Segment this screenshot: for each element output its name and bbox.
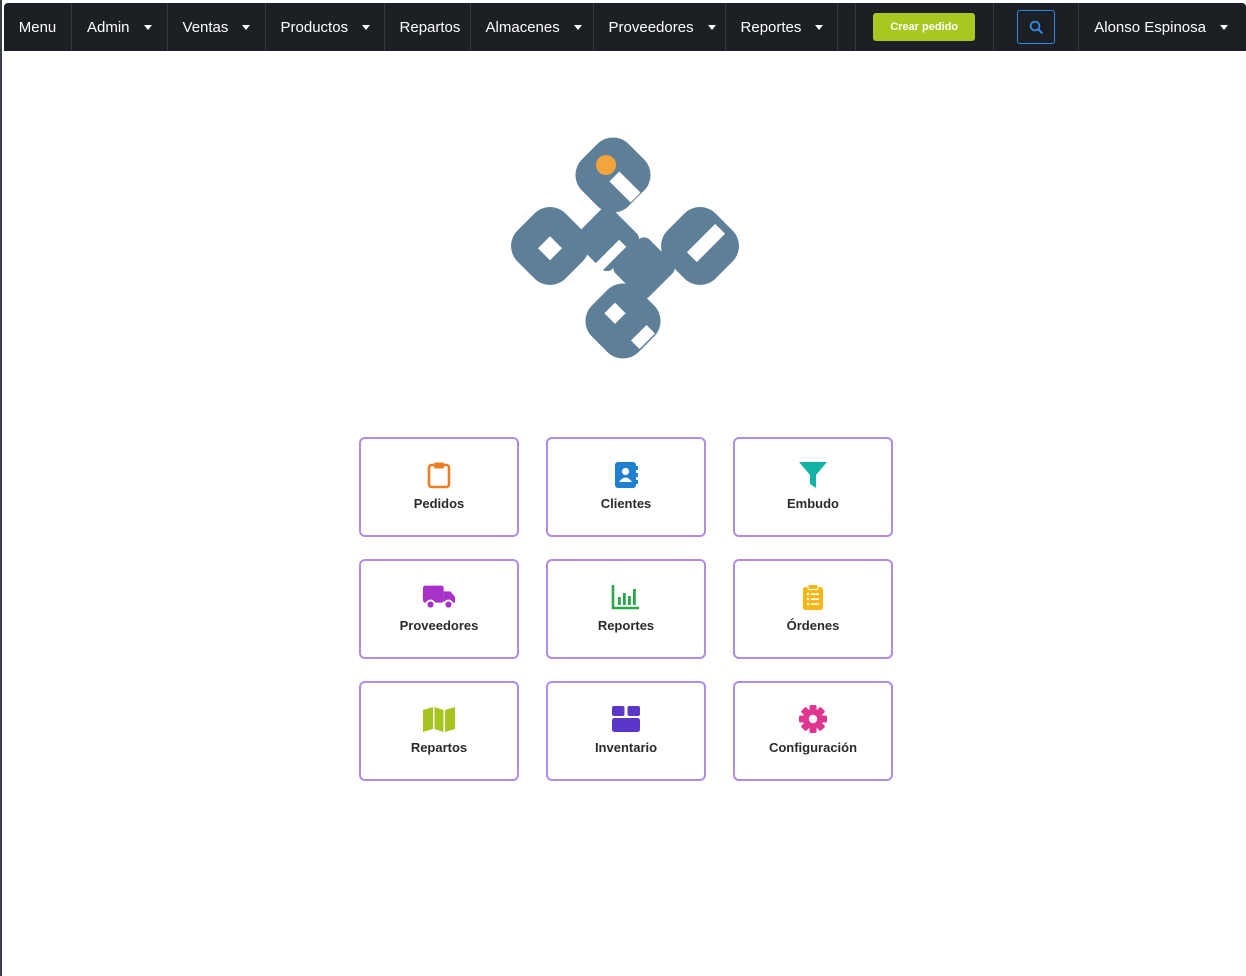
tile-label: Pedidos (413, 496, 465, 511)
nav-productos-label: Productos (280, 18, 349, 36)
caret-down-icon (573, 24, 582, 30)
tile-repartos[interactable]: Repartos (359, 681, 519, 781)
nav-repartos[interactable]: Repartos (385, 3, 471, 51)
caret-down-icon (707, 24, 716, 30)
caret-down-icon (143, 24, 152, 30)
search-button[interactable] (1016, 10, 1055, 44)
tile-proveedores[interactable]: Proveedores (359, 559, 519, 659)
tile-reportes[interactable]: Reportes (546, 559, 706, 659)
caret-down-icon (1220, 24, 1228, 30)
caret-down-icon (362, 24, 371, 30)
caret-down-icon (815, 24, 824, 30)
tile-label: Órdenes (786, 618, 840, 633)
nav-admin[interactable]: Admin (72, 3, 168, 51)
nav-proveedores[interactable]: Proveedores (594, 3, 726, 51)
user-name: Alonso Espinosa (1094, 18, 1206, 36)
tile-ordenes[interactable]: Órdenes (733, 559, 893, 659)
truck-icon (422, 585, 456, 610)
tile-label: Repartos (410, 740, 468, 755)
nav-proveedores-label: Proveedores (608, 18, 694, 36)
gear-icon (799, 705, 827, 733)
caret-down-icon (242, 24, 251, 30)
nav-ventas[interactable]: Ventas (168, 3, 266, 51)
tile-label: Embudo (787, 496, 839, 511)
nav-menu[interactable]: Menu (4, 3, 72, 51)
map-icon (423, 707, 455, 732)
nav-reportes[interactable]: Reportes (726, 3, 838, 51)
nav-ventas-label: Ventas (182, 18, 229, 36)
nav-cta-container: Crear pedido (854, 3, 994, 51)
tile-clientes[interactable]: Clientes (546, 437, 706, 537)
user-menu[interactable]: Alonso Espinosa (1079, 3, 1246, 51)
funnel-icon (799, 462, 827, 488)
tile-inventario[interactable]: Inventario (546, 681, 706, 781)
box-icon (612, 706, 640, 732)
address-book-icon (615, 462, 638, 488)
tile-label: Configuración (768, 740, 858, 755)
tile-configuracion[interactable]: Configuración (733, 681, 893, 781)
nav-almacenes[interactable]: Almacenes (471, 3, 594, 51)
app-window: Menu Admin Ventas Productos Repartos Alm… (0, 0, 1246, 976)
nav-almacenes-label: Almacenes (485, 18, 560, 36)
tile-label: Proveedores (399, 618, 479, 633)
top-navbar: Menu Admin Ventas Productos Repartos Alm… (4, 3, 1246, 51)
company-logo (511, 137, 739, 359)
search-icon (1029, 20, 1043, 34)
bar-chart-icon (611, 585, 639, 610)
nav-productos[interactable]: Productos (266, 3, 385, 51)
tile-label: Clientes (600, 496, 652, 511)
tile-pedidos[interactable]: Pedidos (359, 437, 519, 537)
tile-embudo[interactable]: Embudo (733, 437, 893, 537)
nav-search-container (994, 3, 1080, 51)
nav-reportes-label: Reportes (740, 18, 802, 36)
clipboard-icon (427, 462, 451, 489)
clipboard-list-icon (803, 584, 823, 610)
tile-label: Reportes (597, 618, 655, 633)
nav-admin-label: Admin (87, 18, 130, 36)
nav-menu-label: Menu (18, 18, 57, 36)
nav-repartos-label: Repartos (399, 18, 461, 36)
module-grid: Pedidos Clientes Embudo Proveedores Repo… (359, 437, 893, 781)
tile-label: Inventario (594, 740, 658, 755)
crear-pedido-button[interactable]: Crear pedido (873, 13, 976, 41)
